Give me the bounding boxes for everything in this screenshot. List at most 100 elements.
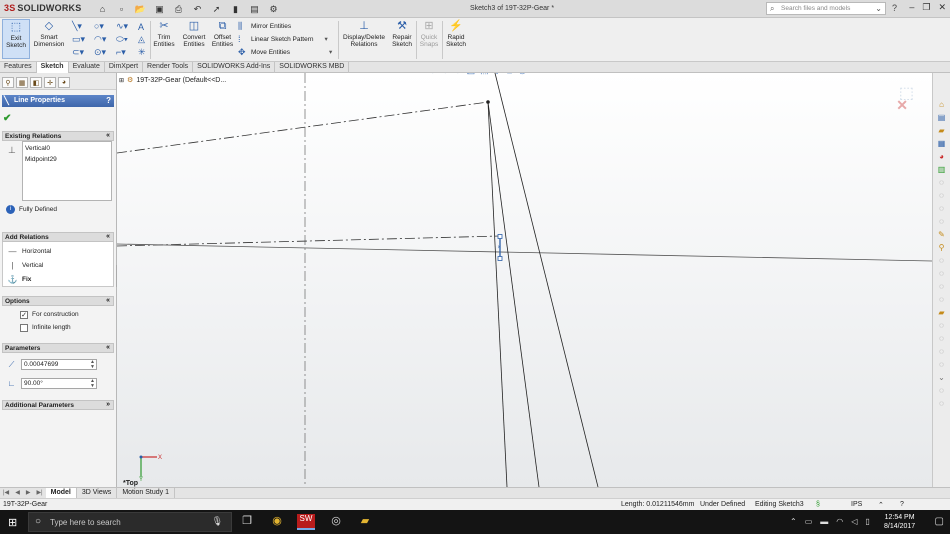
status-units[interactable]: IPS — [851, 501, 862, 508]
viewport-restore-icon[interactable]: ▭ — [897, 73, 905, 74]
task-pane-item-icon[interactable]: ◌ — [936, 333, 947, 344]
view-palette-icon[interactable]: ▦ — [936, 138, 947, 149]
repair-sketch-button[interactable]: ⚒ Repair Sketch — [389, 19, 415, 48]
task-pane-item-icon[interactable]: ⚲ — [936, 242, 947, 253]
angle-input[interactable]: 90.00° ▲ ▼ — [21, 378, 97, 389]
search-input[interactable]: ⌕ Search files and models ⌄ — [766, 2, 886, 15]
chevron-down-icon[interactable]: ⌄ — [936, 372, 947, 383]
file-explorer-icon[interactable]: ▰ — [936, 125, 947, 136]
task-pane-item-icon[interactable]: ◌ — [936, 385, 947, 396]
collapse-chevron-icon[interactable]: « — [106, 344, 110, 351]
exit-sketch-button[interactable]: ⬚ Exit Sketch — [2, 19, 30, 59]
viewport-minimize-icon[interactable]: ▭ — [885, 73, 893, 74]
rapid-sketch-button[interactable]: ⚡ Rapid Sketch — [443, 19, 469, 48]
relation-vertical[interactable]: | Vertical — [3, 258, 113, 272]
tab-sketch[interactable]: Sketch — [36, 62, 69, 73]
new-document-icon[interactable]: ▫ — [115, 3, 128, 15]
open-folder-icon[interactable]: 📂 — [134, 3, 147, 15]
horizontal-sketch-line[interactable] — [117, 243, 932, 262]
polygon-tool-icon[interactable]: ⊙▾ — [94, 46, 114, 59]
view-settings-icon[interactable]: ▭ — [552, 73, 561, 76]
chevron-down-icon[interactable]: ▾ — [329, 46, 332, 59]
apply-scene-icon[interactable]: ◐ — [542, 73, 547, 76]
tray-expand-icon[interactable]: ⌃ — [790, 517, 797, 526]
home-icon[interactable]: ⌂ — [96, 3, 109, 15]
solidworks-logo[interactable]: 3S SOLIDWORKS — [4, 3, 81, 13]
task-pane-item-icon[interactable]: ◌ — [936, 268, 947, 279]
options-gear-icon[interactable]: ⚙ — [267, 3, 280, 15]
rebuild-status-icon[interactable]: § — [816, 501, 820, 508]
spline-tool-icon[interactable]: ∿▾ — [116, 20, 136, 33]
circle-tool-icon[interactable]: ○▾ — [94, 20, 114, 33]
tooth-flank-middle[interactable] — [487, 101, 540, 487]
expand-icon[interactable]: ⊞ — [119, 77, 124, 84]
convert-entities-button[interactable]: ◫ Convert Entities — [179, 19, 209, 48]
move-entities-button[interactable]: ✥ Move Entities ▾ — [238, 46, 332, 59]
task-pane-item-icon[interactable]: ◌ — [936, 177, 947, 188]
existing-relations-list[interactable]: Vertical0 Midpoint29 — [22, 141, 112, 201]
display-style-icon[interactable]: ⬟ — [506, 73, 514, 76]
relation-horizontal[interactable]: — Horizontal — [3, 244, 113, 258]
dimxpert-manager-tab-icon[interactable]: ✛ — [44, 77, 56, 88]
search-dropdown-icon[interactable]: ⌄ — [875, 4, 882, 13]
length-input[interactable]: 0.00047699 ▲ ▼ — [21, 359, 97, 370]
infinite-length-option[interactable]: Infinite length — [2, 321, 114, 334]
list-item[interactable]: Midpoint29 — [25, 154, 109, 165]
file-properties-icon[interactable]: ▤ — [248, 3, 261, 15]
additional-parameters-header[interactable]: Additional Parameters » — [2, 400, 114, 410]
appearances-icon[interactable]: ◕ — [936, 151, 947, 162]
select-arrow-icon[interactable]: ➚ — [210, 3, 223, 15]
slot-tool-icon[interactable]: ⊂▾ — [72, 46, 92, 59]
task-pane-item-icon[interactable]: ◌ — [936, 281, 947, 292]
section-view-icon[interactable]: ◩ — [467, 73, 476, 76]
collapse-chevron-icon[interactable]: « — [106, 233, 110, 240]
tooth-flank-right[interactable] — [493, 73, 599, 487]
chrome-icon[interactable]: ◉ — [268, 514, 286, 530]
solidworks-taskbar-icon[interactable]: SW — [297, 514, 315, 530]
windows-start-icon[interactable]: ⊞ — [8, 516, 17, 529]
file-explorer-taskbar-icon[interactable]: ▰ — [356, 514, 374, 530]
rebuild-icon[interactable]: ▮ — [229, 3, 242, 15]
sketch-canvas[interactable]: × — [117, 73, 932, 487]
graphics-area[interactable]: × ⊞ ⚙ 19T-32P-Gear (Default<<D... ⊕ ⊗ ⊘ … — [117, 73, 932, 487]
confirmation-corner-cancel-icon[interactable]: ✕ — [896, 97, 908, 114]
print-icon[interactable]: ⎙ — [172, 3, 185, 15]
tooth-flank-left[interactable] — [487, 101, 508, 487]
tab-solidworks-mbd[interactable]: SOLIDWORKS MBD — [275, 62, 350, 73]
offset-entities-button[interactable]: ⧉ Offset Entities — [209, 19, 236, 48]
arc-tool-icon[interactable]: ◠▾ — [94, 33, 114, 46]
task-pane-item-icon[interactable]: ✎ — [936, 229, 947, 240]
task-pane-item-icon[interactable]: ◌ — [936, 346, 947, 357]
task-pane-item-icon[interactable]: ◌ — [936, 203, 947, 214]
quick-snaps-button[interactable]: ⊞ Quick Snaps — [417, 19, 441, 48]
viewport-close-icon[interactable]: ▭ — [922, 73, 930, 74]
task-pane-item-icon[interactable]: ▰ — [936, 307, 947, 318]
ok-checkmark-button[interactable]: ✔ — [3, 113, 11, 124]
tab-motion-study-1[interactable]: Motion Study 1 — [117, 488, 176, 498]
undo-icon[interactable]: ↶ — [191, 3, 204, 15]
tab-dimxpert[interactable]: DimXpert — [105, 62, 144, 73]
app-taskbar-icon[interactable]: ◎ — [327, 514, 345, 530]
volume-icon[interactable]: ◁ — [851, 517, 857, 526]
keyboard-icon[interactable]: ▯ — [865, 517, 869, 526]
feature-manager-tab-icon[interactable]: ⚲ — [2, 77, 14, 88]
tab-evaluate[interactable]: Evaluate — [69, 62, 105, 73]
edit-appearance-icon[interactable]: ● — [531, 73, 536, 76]
tab-features[interactable]: Features — [0, 62, 37, 73]
feature-tree-flyout[interactable]: ⊞ ⚙ 19T-32P-Gear (Default<<D... — [119, 76, 226, 85]
taskbar-clock[interactable]: 12:54 PM 8/14/2017 — [884, 513, 915, 531]
battery-icon[interactable]: ▬ — [820, 517, 828, 526]
customize-status-icon[interactable]: ⌃ — [878, 501, 884, 509]
for-construction-checkbox[interactable]: ✓ — [20, 310, 28, 319]
view-orientation-icon[interactable]: ◇ — [494, 73, 501, 76]
last-tab-arrow-icon[interactable]: ▶| — [33, 488, 45, 498]
solidworks-resources-icon[interactable]: ⌂ — [936, 99, 947, 110]
task-pane-item-icon[interactable]: ◌ — [936, 216, 947, 227]
tab-render-tools[interactable]: Render Tools — [143, 62, 194, 73]
relation-fix[interactable]: ⚓ Fix — [3, 272, 113, 286]
tab-model[interactable]: Model — [45, 488, 77, 498]
viewport-tile-icon[interactable]: ▭ — [910, 73, 918, 74]
options-header[interactable]: Options « — [2, 296, 114, 306]
prev-tab-arrow-icon[interactable]: ◀ — [12, 488, 23, 498]
first-tab-arrow-icon[interactable]: |◀ — [0, 488, 12, 498]
